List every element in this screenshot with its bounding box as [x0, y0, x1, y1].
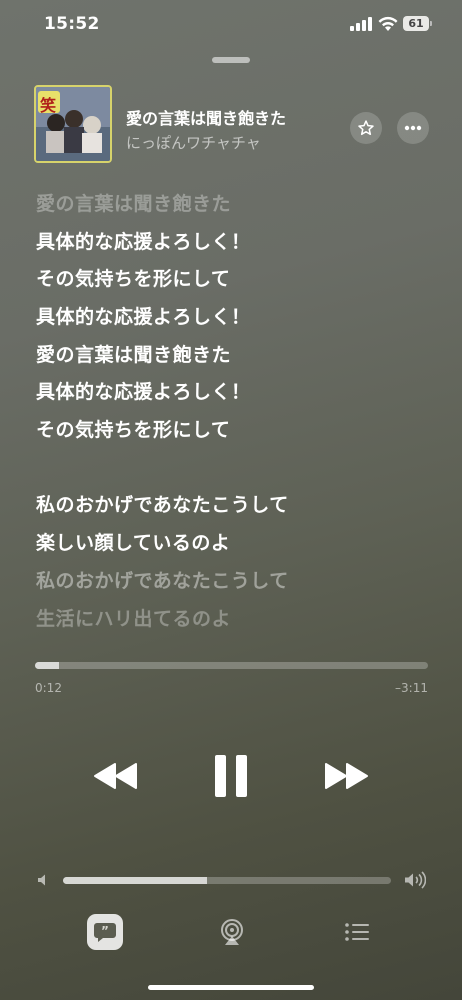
lyric-line[interactable]: 私のおかげであなたこうして — [36, 566, 289, 593]
airplay-icon — [221, 919, 243, 945]
lyric-line[interactable]: その気持ちを形にして — [36, 415, 230, 442]
rewind-icon — [94, 763, 137, 789]
lyric-line[interactable]: 楽しい顔しているのよ — [36, 528, 230, 555]
album-artwork[interactable]: 笑 — [34, 85, 112, 163]
queue-button[interactable] — [344, 920, 370, 944]
wifi-icon — [377, 15, 399, 32]
fast-forward-icon — [325, 763, 368, 789]
airplay-button[interactable] — [218, 918, 246, 946]
artist-name[interactable]: にっぽんワチャチャ — [126, 132, 261, 153]
playback-scrubber[interactable] — [35, 662, 428, 669]
home-indicator[interactable] — [148, 985, 314, 990]
star-icon — [358, 120, 374, 136]
lyrics-quote-icon: ” — [94, 923, 116, 942]
more-options-button[interactable] — [397, 112, 429, 144]
speaker-high-icon — [404, 871, 426, 889]
lyric-line[interactable]: 私のおかげであなたこうして — [36, 490, 289, 517]
lyrics-button[interactable]: ” — [87, 914, 123, 950]
pause-icon — [215, 755, 247, 797]
song-title: 愛の言葉は聞き飽きた — [126, 109, 287, 128]
svg-text:”: ” — [101, 924, 109, 938]
artwork-logo-text: 笑 — [40, 96, 57, 115]
lyric-line[interactable]: 具体的な応援よろしく！ — [36, 377, 251, 404]
speaker-low-icon — [36, 873, 50, 887]
favorite-button[interactable] — [350, 112, 382, 144]
battery-icon: 61 — [403, 16, 429, 31]
volume-level-fill — [63, 877, 208, 884]
rewind-button[interactable] — [92, 758, 140, 794]
elapsed-time: 0:12 — [35, 681, 62, 695]
playback-progress-fill — [35, 662, 59, 669]
lyric-line[interactable]: 愛の言葉は聞き飽きた — [36, 340, 231, 367]
ellipsis-icon — [404, 125, 422, 131]
lyric-line[interactable]: 愛の言葉は聞き飽きた — [36, 189, 231, 216]
sheet-grabber[interactable] — [212, 57, 250, 63]
lyric-line[interactable]: 生活にハリ出てるのよ — [36, 604, 231, 631]
lyric-line[interactable]: 具体的な応援よろしく！ — [36, 302, 251, 329]
lyric-line[interactable]: その気持ちを形にして — [36, 264, 230, 291]
volume-slider[interactable] — [63, 877, 391, 884]
queue-list-icon — [345, 923, 369, 941]
lyric-line[interactable]: 具体的な応援よろしく！ — [36, 227, 251, 254]
battery-tip — [430, 21, 432, 26]
cellular-signal-icon — [350, 17, 372, 31]
fast-forward-button[interactable] — [322, 758, 370, 794]
remaining-time: –3:11 — [395, 681, 428, 695]
pause-button[interactable] — [212, 752, 250, 800]
status-time: 15:52 — [44, 14, 100, 34]
